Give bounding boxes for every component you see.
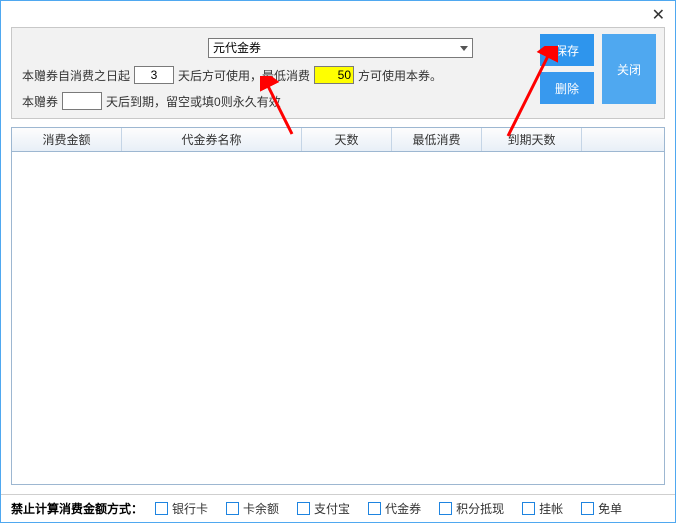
chk-label: 积分抵现 [456, 500, 504, 517]
min-consume-input[interactable] [314, 66, 354, 84]
voucher-type-select-wrap: 元代金券 [208, 38, 473, 58]
footer-bar: 禁止计算消费金额方式： 银行卡 卡余额 支付宝 代金券 积分抵现 挂帐 免单 [1, 494, 675, 522]
window-close-button[interactable]: ✕ [652, 5, 665, 25]
line2-suffix: 天后到期，留空或填0则永久有效 [106, 93, 281, 110]
line1-suffix: 方可使用本券。 [358, 67, 442, 84]
checkbox-icon [581, 502, 594, 515]
col-amount[interactable]: 消费金额 [12, 128, 122, 151]
chk-card-balance[interactable]: 卡余额 [226, 500, 279, 517]
chk-credit[interactable]: 挂帐 [522, 500, 563, 517]
checkbox-icon [368, 502, 381, 515]
voucher-type-select[interactable]: 元代金券 [208, 38, 473, 58]
col-expire[interactable]: 到期天数 [482, 128, 582, 151]
chk-free[interactable]: 免单 [581, 500, 622, 517]
checkbox-icon [226, 502, 239, 515]
title-bar-spacer [1, 1, 675, 27]
footer-label: 禁止计算消费金额方式： [11, 500, 143, 517]
chk-alipay[interactable]: 支付宝 [297, 500, 350, 517]
chk-label: 免单 [598, 500, 622, 517]
chk-label: 卡余额 [243, 500, 279, 517]
line1-mid: 天后方可使用，最低消费 [178, 67, 310, 84]
chk-label: 代金券 [385, 500, 421, 517]
expire-days-input[interactable] [62, 92, 102, 110]
chk-points[interactable]: 积分抵现 [439, 500, 504, 517]
checkbox-icon [522, 502, 535, 515]
button-stack: 保存 删除 [540, 34, 594, 104]
form-panel: 元代金券 本赠券自消费之日起 天后方可使用，最低消费 方可使用本券。 本赠券 天… [11, 27, 665, 119]
delete-button[interactable]: 删除 [540, 72, 594, 104]
chk-label: 银行卡 [172, 500, 208, 517]
save-button[interactable]: 保存 [540, 34, 594, 66]
chk-label: 支付宝 [314, 500, 350, 517]
line1-prefix: 本赠券自消费之日起 [22, 67, 130, 84]
data-grid[interactable]: 消费金额 代金券名称 天数 最低消费 到期天数 [11, 127, 665, 485]
col-days[interactable]: 天数 [302, 128, 392, 151]
button-column: 保存 删除 关闭 [540, 34, 656, 104]
chk-voucher[interactable]: 代金券 [368, 500, 421, 517]
checkbox-icon [155, 502, 168, 515]
col-name[interactable]: 代金券名称 [122, 128, 302, 151]
checkbox-icon [439, 502, 452, 515]
chk-bank-card[interactable]: 银行卡 [155, 500, 208, 517]
grid-header: 消费金额 代金券名称 天数 最低消费 到期天数 [12, 128, 664, 152]
days-after-consume-input[interactable] [134, 66, 174, 84]
close-button[interactable]: 关闭 [602, 34, 656, 104]
col-min[interactable]: 最低消费 [392, 128, 482, 151]
checkbox-icon [297, 502, 310, 515]
chk-label: 挂帐 [539, 500, 563, 517]
line2-prefix: 本赠券 [22, 93, 58, 110]
